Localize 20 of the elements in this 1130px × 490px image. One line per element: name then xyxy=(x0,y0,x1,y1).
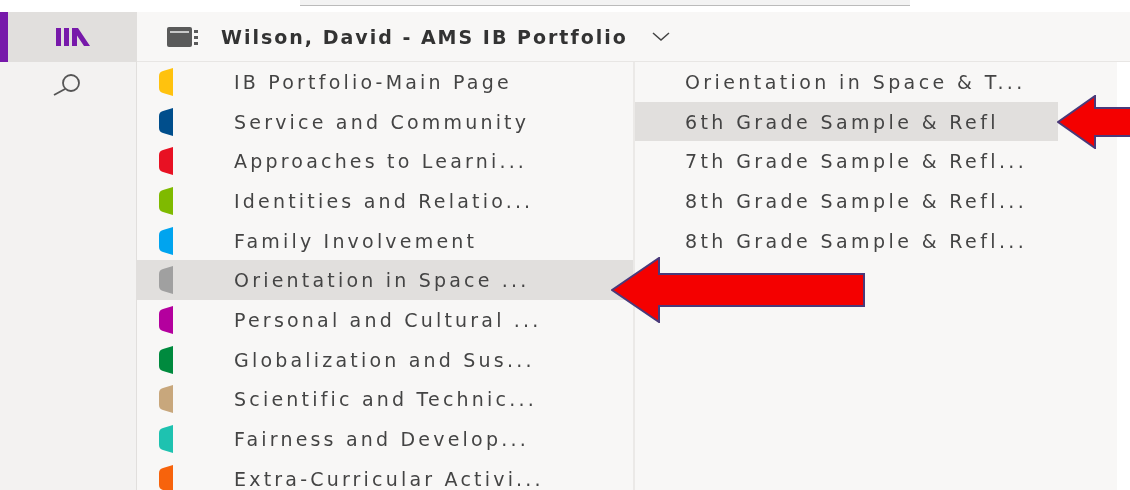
page-item[interactable]: 8th Grade Sample & Refl... xyxy=(635,181,1117,221)
section-item[interactable]: Approaches to Learni... xyxy=(137,141,633,182)
section-item[interactable]: Identities and Relatio... xyxy=(137,181,633,221)
notebooks-button[interactable] xyxy=(0,12,137,62)
section-item[interactable]: Scientific and Technic... xyxy=(137,379,633,420)
section-item[interactable]: Personal and Cultural ... xyxy=(137,300,633,340)
section-item[interactable]: Service and Community xyxy=(137,101,633,142)
page-item[interactable]: 7th Grade Sample & Refl... xyxy=(635,141,1117,182)
page-item[interactable]: Orientation in Space & T... xyxy=(635,62,1117,102)
chevron-down-icon xyxy=(651,31,670,42)
notebook-icon xyxy=(167,26,199,47)
section-item[interactable]: Orientation in Space ... xyxy=(137,260,633,301)
section-item[interactable]: Extra-Curricular Activi... xyxy=(137,458,633,490)
section-item[interactable]: IB Portfolio-Main Page xyxy=(137,62,633,102)
library-icon xyxy=(55,28,90,46)
section-item[interactable]: Fairness and Develop... xyxy=(137,419,633,459)
page-item[interactable]: 8th Grade Sample & Refl... xyxy=(635,220,1117,261)
page-item[interactable]: 6th Grade Sample & Refl xyxy=(635,101,1058,142)
section-item[interactable]: Globalization and Sus... xyxy=(137,339,633,380)
section-item[interactable]: Family Involvement xyxy=(137,220,633,261)
